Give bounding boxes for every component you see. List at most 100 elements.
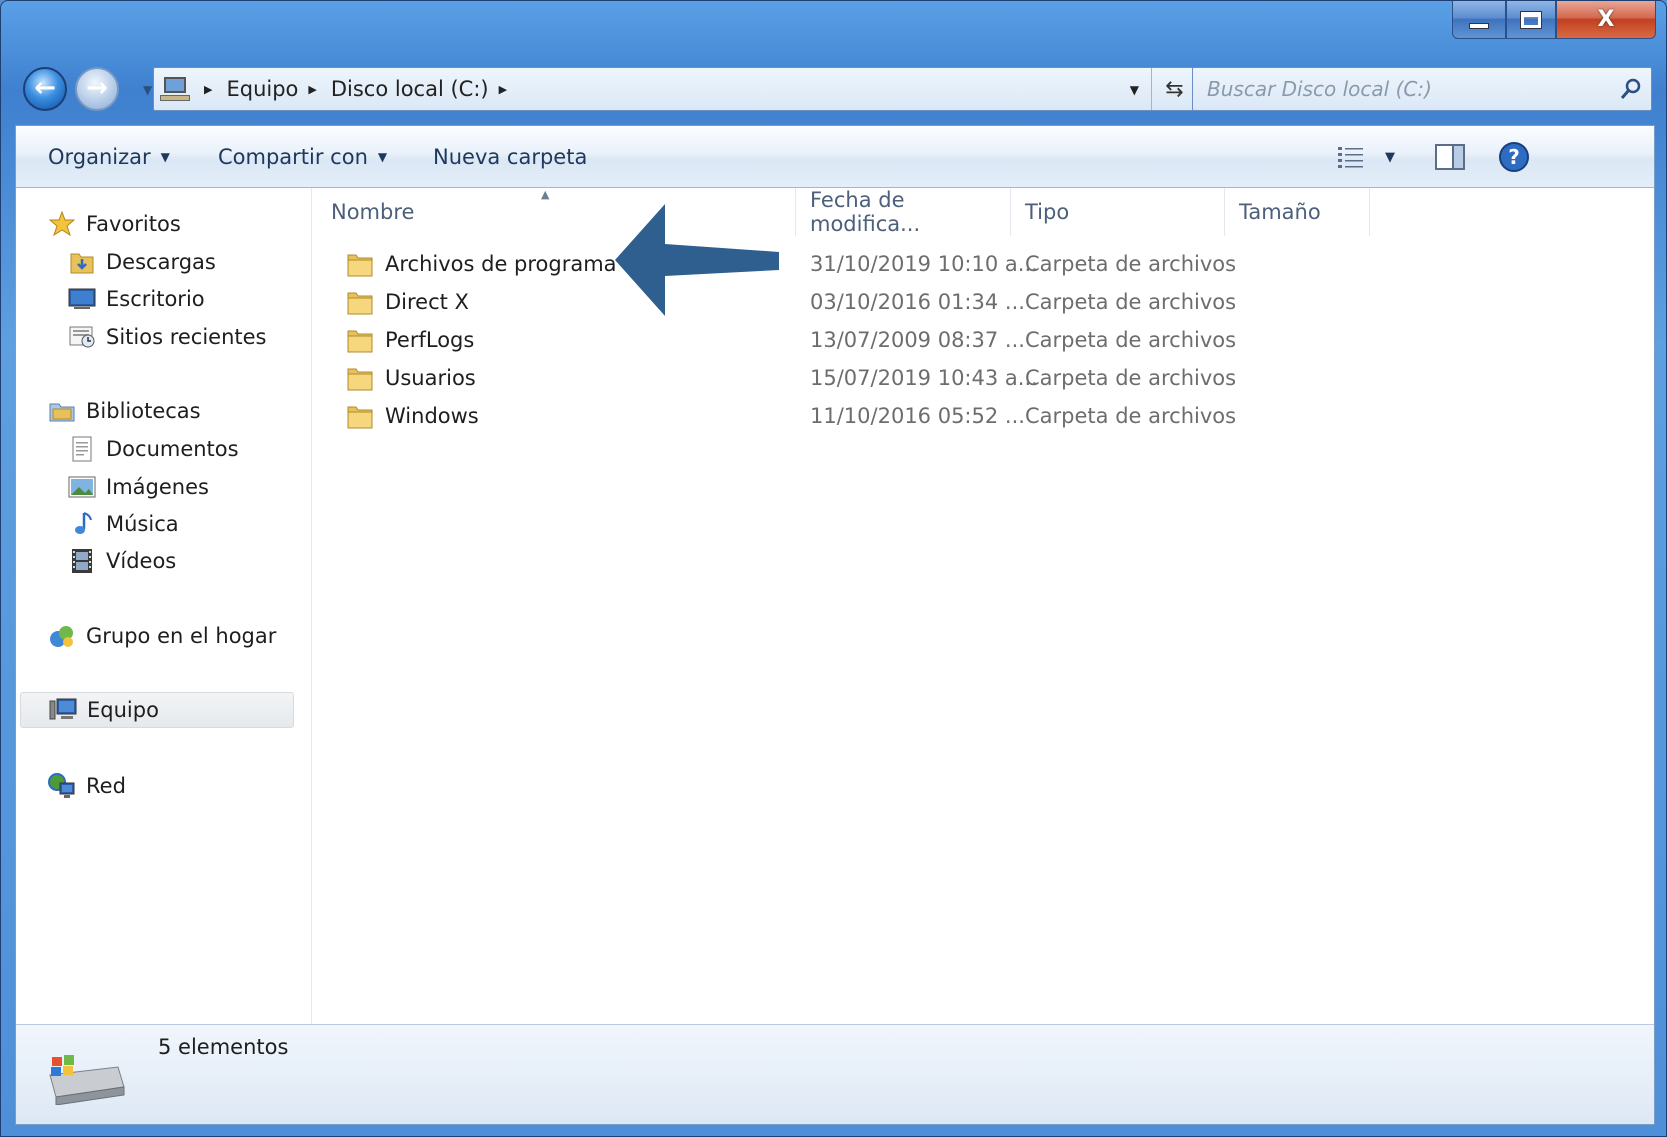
breadcrumb-disco-local[interactable]: Disco local (C:) [331, 77, 489, 101]
recent-pages-dropdown[interactable]: ▼ [143, 83, 152, 97]
command-bar: Organizar ▼ Compartir con ▼ Nueva carpet… [16, 126, 1654, 188]
nav-descargas[interactable]: Descargas [68, 244, 216, 280]
column-header-size[interactable]: Tamaño [1225, 188, 1370, 236]
nav-musica[interactable]: Música [68, 506, 179, 542]
nav-favorites-label: Favoritos [86, 212, 181, 236]
computer-icon [49, 697, 77, 723]
refresh-button[interactable]: ⇆ [1151, 68, 1197, 110]
file-name-cell[interactable]: Windows [347, 398, 479, 434]
view-dropdown-button[interactable]: ▼ [1372, 139, 1408, 175]
folder-icon [347, 368, 373, 391]
back-button[interactable]: ← [23, 67, 67, 111]
share-label: Compartir con [218, 145, 368, 169]
help-button[interactable]: ? [1496, 139, 1532, 175]
nav-videos[interactable]: Vídeos [68, 543, 176, 579]
breadcrumb-chevron-icon[interactable]: ▶ [499, 83, 507, 96]
arrow-right-icon: → [86, 73, 108, 103]
view-options-button[interactable] [1334, 139, 1370, 175]
nav-grupo-hogar[interactable]: Grupo en el hogar [48, 618, 276, 654]
homegroup-icon [48, 623, 76, 649]
file-date: 11/10/2016 05:52 ... [810, 404, 1025, 428]
desktop-icon [68, 286, 96, 312]
file-date: 13/07/2009 08:37 ... [810, 328, 1025, 352]
file-name: Windows [385, 404, 479, 428]
minimize-button[interactable] [1452, 1, 1506, 39]
breadcrumb-equipo[interactable]: Equipo [226, 77, 298, 101]
table-row[interactable]: PerfLogs 13/07/2009 08:37 ... Carpeta de… [313, 322, 1654, 358]
file-name-cell[interactable]: Direct X [347, 284, 469, 320]
table-row[interactable]: Windows 11/10/2016 05:52 ... Carpeta de … [313, 398, 1654, 434]
preview-pane-button[interactable] [1432, 139, 1468, 175]
navigation-bar: ← → ▼ ▶ Equipo ▶ Disco local (C:) ▶ ▼ ⇆ [19, 61, 1652, 117]
breadcrumb-chevron-icon[interactable]: ▶ [308, 83, 316, 96]
status-item-count: 5 elementos [158, 1035, 289, 1059]
column-header-type-label: Tipo [1025, 200, 1070, 224]
file-name: Usuarios [385, 366, 476, 390]
share-button[interactable]: Compartir con ▼ [218, 126, 387, 188]
nav-imagenes[interactable]: Imágenes [68, 469, 209, 505]
new-folder-button[interactable]: Nueva carpeta [433, 126, 587, 188]
organize-button[interactable]: Organizar ▼ [48, 126, 170, 188]
close-button[interactable]: X [1556, 1, 1656, 39]
nav-favorites[interactable]: Favoritos [48, 206, 181, 242]
maximize-button[interactable] [1506, 1, 1556, 39]
network-icon [48, 773, 76, 799]
folder-icon [347, 292, 373, 315]
nav-escritorio[interactable]: Escritorio [68, 281, 205, 317]
file-date: 31/10/2019 10:10 a... [810, 252, 1038, 276]
nav-imagenes-label: Imágenes [106, 475, 209, 499]
table-row[interactable]: Usuarios 15/07/2019 10:43 a... Carpeta d… [313, 360, 1654, 396]
chevron-down-icon: ▼ [160, 150, 170, 164]
search-input[interactable] [1193, 68, 1611, 110]
breadcrumb-chevron-icon[interactable]: ▶ [204, 83, 212, 96]
nav-documentos[interactable]: Documentos [68, 431, 239, 467]
search-box [1192, 67, 1652, 111]
file-name: Archivos de programa [385, 252, 617, 276]
folder-icon [347, 406, 373, 429]
minimize-icon [1469, 22, 1489, 29]
computer-icon [160, 75, 194, 103]
nav-equipo[interactable]: Equipo [20, 692, 294, 728]
file-type: Carpeta de archivos [1025, 290, 1237, 314]
address-bar[interactable]: ▶ Equipo ▶ Disco local (C:) ▶ ▼ ⇆ [153, 67, 1198, 111]
chevron-down-icon: ▼ [377, 150, 388, 164]
search-icon[interactable] [1611, 77, 1651, 101]
nav-grupo-hogar-label: Grupo en el hogar [86, 624, 277, 648]
file-name-cell[interactable]: Archivos de programa [347, 246, 617, 282]
folder-icon [347, 254, 373, 277]
file-type: Carpeta de archivos [1025, 366, 1237, 390]
file-name-cell[interactable]: Usuarios [347, 360, 476, 396]
new-folder-label: Nueva carpeta [433, 145, 588, 169]
column-header-date-label: Fecha de modifica... [810, 188, 921, 236]
column-header-type[interactable]: Tipo [1011, 188, 1225, 236]
documents-icon [68, 436, 96, 462]
table-row[interactable]: Direct X 03/10/2016 01:34 ... Carpeta de… [313, 284, 1654, 320]
videos-icon [68, 548, 96, 574]
nav-sitios-recientes[interactable]: Sitios recientes [68, 319, 267, 355]
file-name-cell[interactable]: PerfLogs [347, 322, 474, 358]
nav-escritorio-label: Escritorio [106, 287, 205, 311]
nav-bibliotecas-label: Bibliotecas [86, 399, 201, 423]
file-date: 15/07/2019 10:43 a... [810, 366, 1038, 390]
nav-bibliotecas[interactable]: Bibliotecas [48, 393, 201, 429]
file-date: 03/10/2016 01:34 ... [810, 290, 1025, 314]
address-dropdown-icon[interactable]: ▼ [1130, 83, 1139, 97]
svg-text:?: ? [1508, 145, 1520, 169]
explorer-window: X ← → ▼ ▶ Equipo ▶ Disco local (C:) ▶ ▼ … [0, 0, 1667, 1137]
nav-documentos-label: Documentos [106, 437, 239, 461]
chevron-down-icon: ▼ [1385, 149, 1395, 165]
forward-button[interactable]: → [75, 67, 119, 111]
column-header-size-label: Tamaño [1239, 200, 1321, 224]
nav-red[interactable]: Red [48, 768, 126, 804]
column-header-date[interactable]: Fecha de modifica... [796, 188, 1011, 236]
nav-musica-label: Música [106, 512, 179, 536]
arrow-left-icon: ← [34, 73, 56, 103]
nav-videos-label: Vídeos [106, 549, 177, 573]
content-frame: Organizar ▼ Compartir con ▼ Nueva carpet… [15, 125, 1655, 1125]
close-icon: X [1597, 7, 1615, 32]
file-name: PerfLogs [385, 328, 475, 352]
file-list: ▲ Nombre Fecha de modifica... Tipo Tamañ… [313, 188, 1654, 1026]
maximize-icon [1520, 10, 1542, 29]
nav-equipo-label: Equipo [87, 698, 159, 722]
table-row[interactable]: Archivos de programa 31/10/2019 10:10 a.… [313, 246, 1654, 282]
